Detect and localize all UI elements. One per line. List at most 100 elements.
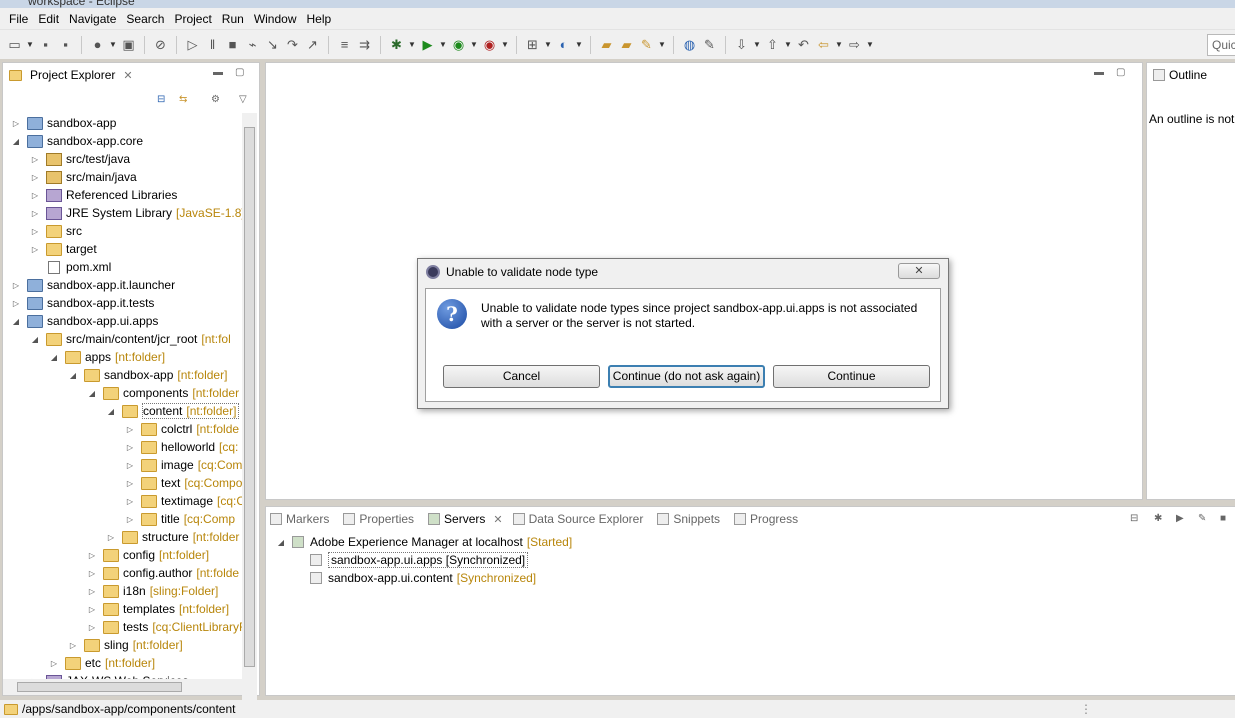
server-row[interactable]: ◢ Adobe Experience Manager at localhost …: [276, 533, 572, 551]
minimize-icon[interactable]: ▬: [213, 67, 223, 78]
run-icon[interactable]: ▶: [419, 36, 436, 53]
menu-run[interactable]: Run: [217, 12, 249, 26]
open-task-icon[interactable]: ▰: [618, 36, 635, 53]
debug-dropdown-icon[interactable]: ▼: [408, 40, 416, 49]
expand-toggle-icon[interactable]: ▷: [125, 425, 135, 434]
save-icon[interactable]: ▪: [37, 36, 54, 53]
step-into-icon[interactable]: ↘: [264, 36, 281, 53]
explorer-vertical-scrollbar[interactable]: [242, 113, 257, 718]
disconnect-icon[interactable]: ⌁: [244, 36, 261, 53]
expand-toggle-icon[interactable]: ◢: [276, 538, 286, 547]
link-with-editor-icon[interactable]: ⇆: [179, 94, 187, 105]
filter-icon[interactable]: ⚙: [211, 94, 220, 105]
tab-project-explorer[interactable]: Project Explorer ✕: [3, 63, 139, 87]
previous-annotation-dropdown-icon[interactable]: ▼: [784, 40, 792, 49]
tree-item[interactable]: ◢ src/main/content/jcr_root [nt:fol: [30, 330, 231, 348]
tree-item[interactable]: ▷ target: [30, 240, 97, 258]
maximize-icon[interactable]: ▢: [235, 67, 244, 78]
tree-item[interactable]: ◢ sandbox-app [nt:folder]: [68, 366, 228, 384]
stop-server-icon[interactable]: ■: [1220, 513, 1226, 524]
search-icon[interactable]: ✎: [638, 36, 655, 53]
forward-dropdown-icon[interactable]: ▼: [866, 40, 874, 49]
expand-toggle-icon[interactable]: ▷: [30, 191, 40, 200]
menu-file[interactable]: File: [4, 12, 33, 26]
new-java-project-dropdown-icon[interactable]: ▼: [544, 40, 552, 49]
tree-item[interactable]: ▷ sandbox-app.it.launcher: [11, 276, 175, 294]
console-icon[interactable]: ▣: [120, 36, 137, 53]
new-class-dropdown-icon[interactable]: ▼: [575, 40, 583, 49]
perspective-dropdown-icon[interactable]: ▼: [109, 40, 117, 49]
expand-toggle-icon[interactable]: ▷: [49, 659, 59, 668]
expand-toggle-icon[interactable]: ◢: [68, 371, 78, 380]
new-class-icon[interactable]: ◐: [555, 36, 572, 53]
open-type-icon[interactable]: ▰: [598, 36, 615, 53]
expand-toggle-icon[interactable]: ▷: [30, 209, 40, 218]
next-annotation-dropdown-icon[interactable]: ▼: [753, 40, 761, 49]
expand-toggle-icon[interactable]: ▷: [125, 461, 135, 470]
collapse-all-icon[interactable]: ⊟: [157, 94, 165, 105]
expand-toggle-icon[interactable]: ▷: [87, 623, 97, 632]
tab-progress[interactable]: Progress: [734, 512, 798, 526]
expand-toggle-icon[interactable]: ▷: [125, 497, 135, 506]
expand-toggle-icon[interactable]: ▷: [87, 551, 97, 560]
run-dropdown-icon[interactable]: ▼: [439, 40, 447, 49]
new-java-project-icon[interactable]: ⊞: [524, 36, 541, 53]
coverage-dropdown-icon[interactable]: ▼: [470, 40, 478, 49]
expand-toggle-icon[interactable]: ◢: [11, 137, 21, 146]
expand-toggle-icon[interactable]: ▷: [106, 533, 116, 542]
toggle-mark-occurrences-icon[interactable]: ✎: [701, 36, 718, 53]
step-return-icon[interactable]: ↗: [304, 36, 321, 53]
tree-item[interactable]: pom.xml: [30, 258, 111, 276]
cancel-button[interactable]: Cancel: [443, 365, 600, 388]
menu-project[interactable]: Project: [169, 12, 216, 26]
resume-icon[interactable]: ▷: [184, 36, 201, 53]
maximize-icon[interactable]: ▢: [1116, 67, 1125, 78]
tree-item[interactable]: ▷ JRE System Library [JavaSE-1.8]: [30, 204, 243, 222]
view-menu-icon[interactable]: ▽: [239, 94, 247, 105]
perspective-icon[interactable]: ●: [89, 36, 106, 53]
globe-icon[interactable]: ◍: [681, 36, 698, 53]
tree-item[interactable]: ▷ config [nt:folder]: [87, 546, 209, 564]
use-step-filters-icon[interactable]: ≡: [336, 36, 353, 53]
tab-snippets[interactable]: Snippets: [657, 512, 720, 526]
collapse-all-icon[interactable]: ⊟: [1130, 513, 1138, 524]
tree-item[interactable]: ▷ etc [nt:folder]: [49, 654, 155, 672]
start-server-icon[interactable]: ▶: [1176, 513, 1184, 524]
expand-toggle-icon[interactable]: ▷: [11, 119, 21, 128]
tab-markers[interactable]: Markers: [270, 512, 329, 526]
expand-toggle-icon[interactable]: ▷: [125, 479, 135, 488]
step-over-icon[interactable]: ↷: [284, 36, 301, 53]
drop-to-frame-icon[interactable]: ⇉: [356, 36, 373, 53]
tree-item[interactable]: ▷ helloworld [cq:: [125, 438, 238, 456]
expand-toggle-icon[interactable]: ◢: [11, 317, 21, 326]
tree-item[interactable]: ▷ text [cq:Compo: [125, 474, 242, 492]
tree-item[interactable]: ◢ sandbox-app.core: [11, 132, 143, 150]
tree-item[interactable]: ▷ structure [nt:folder: [106, 528, 239, 546]
tree-item[interactable]: ◢ sandbox-app.ui.apps: [11, 312, 159, 330]
new-dropdown-icon[interactable]: ▼: [26, 40, 34, 49]
expand-toggle-icon[interactable]: ▷: [30, 155, 40, 164]
external-tools-dropdown-icon[interactable]: ▼: [501, 40, 509, 49]
continue-do-not-ask-button[interactable]: Continue (do not ask again): [608, 365, 765, 388]
expand-toggle-icon[interactable]: ◢: [49, 353, 59, 362]
tree-item[interactable]: ▷ i18n [sling:Folder]: [87, 582, 218, 600]
skip-breakpoints-icon[interactable]: ⊘: [152, 36, 169, 53]
explorer-horizontal-scrollbar[interactable]: [3, 679, 243, 695]
debug-server-icon[interactable]: ✱: [1154, 513, 1162, 524]
tree-item[interactable]: ▷ colctrl [nt:folde: [125, 420, 239, 438]
tree-item[interactable]: ▷ src: [30, 222, 82, 240]
tree-item[interactable]: ▷ image [cq:Com: [125, 456, 242, 474]
module-row[interactable]: sandbox-app.ui.apps [Synchronized]: [310, 551, 529, 569]
expand-toggle-icon[interactable]: ▷: [30, 245, 40, 254]
tree-item[interactable]: ◢ apps [nt:folder]: [49, 348, 165, 366]
new-icon[interactable]: ▭: [6, 36, 23, 53]
external-tools-icon[interactable]: ◉: [481, 36, 498, 53]
scrollbar-thumb[interactable]: [17, 682, 182, 692]
save-all-icon[interactable]: ▪: [57, 36, 74, 53]
tree-item[interactable]: ◢ content [nt:folder]: [106, 402, 240, 420]
tree-item[interactable]: ▷ Referenced Libraries: [30, 186, 177, 204]
search-dropdown-icon[interactable]: ▼: [658, 40, 666, 49]
menu-edit[interactable]: Edit: [33, 12, 64, 26]
menu-window[interactable]: Window: [249, 12, 302, 26]
expand-toggle-icon[interactable]: ◢: [30, 335, 40, 344]
